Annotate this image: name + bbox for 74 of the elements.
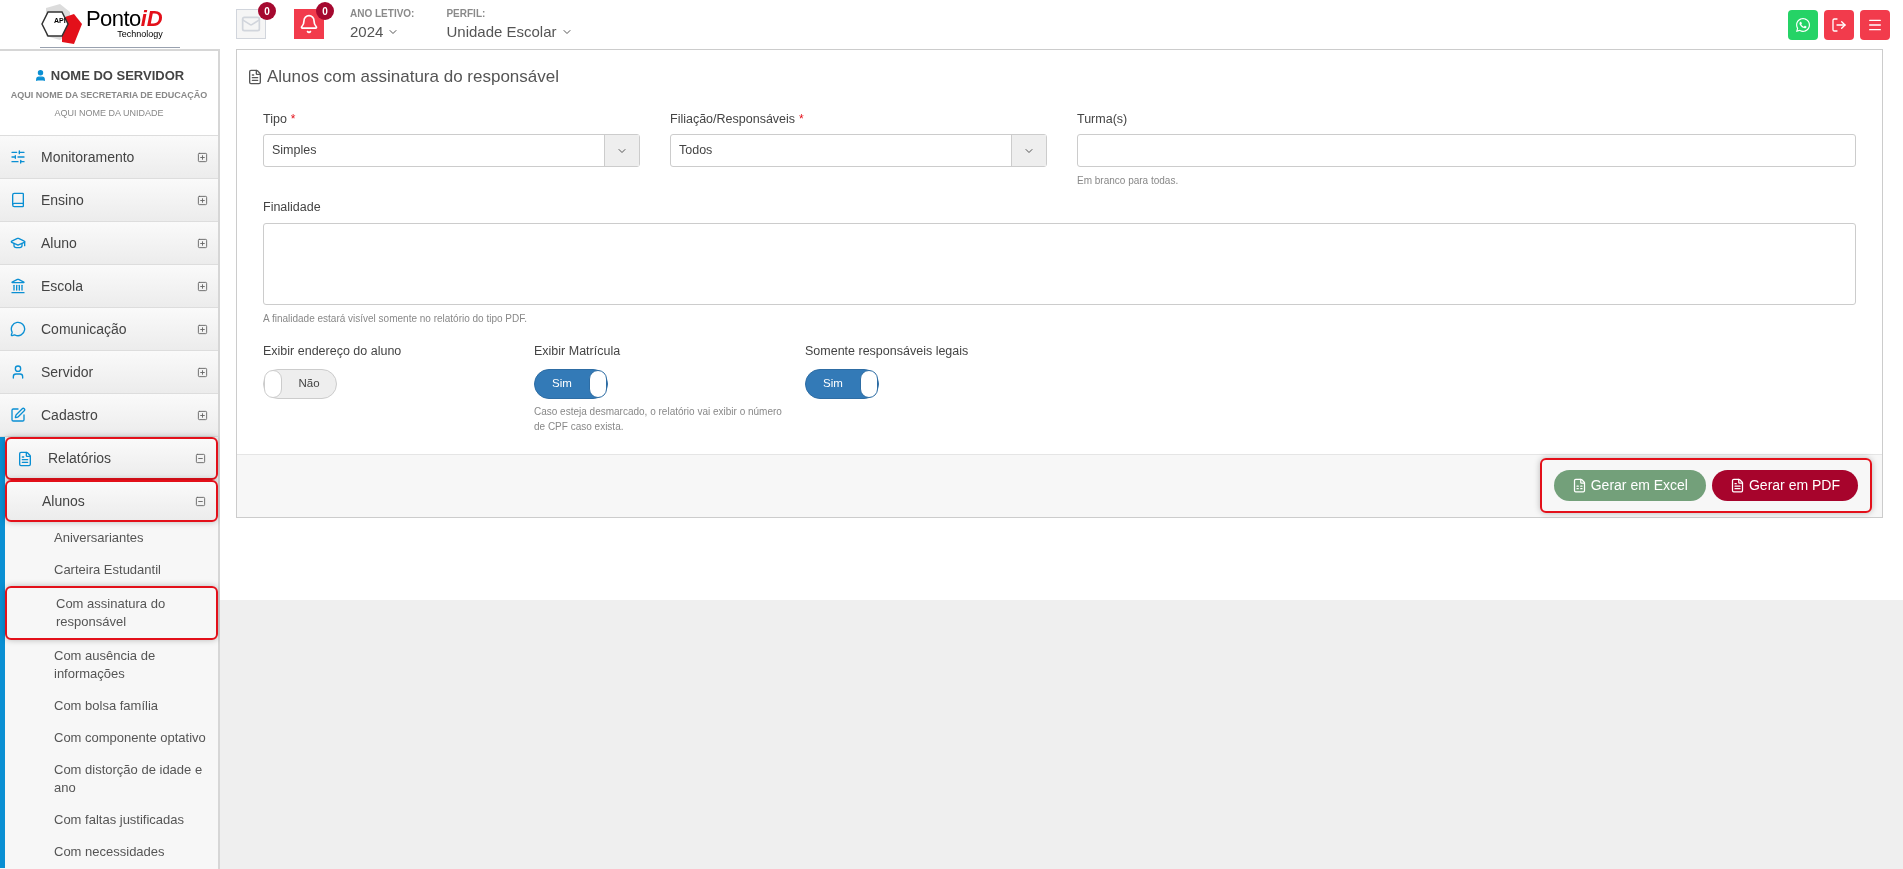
toggle-switch[interactable]: Não (263, 368, 337, 399)
field-label: Filiação/Responsáveis (670, 110, 796, 128)
field-label: Turma(s) (1077, 110, 1128, 128)
pencil-square-icon (10, 407, 26, 423)
menu-button[interactable] (1860, 10, 1890, 40)
logo-brand-accent: iD (140, 8, 163, 30)
help-text: A finalidade estará visível somente no relatório do tipo PDF. (263, 312, 529, 326)
notifications-button[interactable] (294, 9, 324, 39)
expand-icon (197, 366, 208, 378)
expand-icon (197, 323, 208, 335)
collapse-icon (195, 453, 206, 464)
select-field[interactable]: Simples (263, 134, 640, 168)
menu-item[interactable]: Relatórios (5, 437, 218, 480)
collapse-icon (195, 495, 206, 507)
year-dropdown[interactable]: 2024 (350, 21, 415, 44)
field-label: Tipo (263, 110, 287, 128)
speech-bubble-icon (10, 321, 26, 337)
sliders-icon (10, 149, 26, 165)
whatsapp-icon (1795, 17, 1811, 33)
expand-icon (197, 280, 208, 292)
toggle-label: Somente responsáveis legais (805, 343, 970, 360)
input-field[interactable] (1077, 134, 1856, 168)
secretariat-name: AQUI NOME DA SECRETARIA DE EDUCAÇÃO (10, 89, 208, 103)
profile-dropdown[interactable]: Unidade Escolar (446, 21, 573, 44)
report-link[interactable]: Carteira Estudantil (5, 554, 218, 586)
report-link[interactable]: Com faltas justificadas (5, 804, 218, 836)
document-icon (1730, 478, 1745, 494)
logo-tagline: Technology (117, 30, 163, 39)
report-link[interactable]: Com ausência de informações (5, 640, 218, 690)
report-link[interactable]: Com componente optativo (5, 722, 218, 754)
logout-button[interactable] (1824, 10, 1854, 40)
panel-title: Alunos com assinatura do responsável (267, 66, 559, 88)
help-text: Caso esteja desmarcado, o relatório vai exibir o número de CPF caso exista. (534, 404, 783, 434)
select-field[interactable]: Todos (670, 134, 1047, 168)
mail-icon (241, 14, 261, 34)
report-link[interactable]: Com assinatura do responsável (5, 586, 218, 640)
menu-icon (1867, 17, 1883, 33)
required-mark: * (290, 110, 296, 128)
report-link[interactable]: Com distorção de idade e ano (5, 754, 218, 804)
bell-icon (299, 14, 319, 34)
expand-icon (197, 409, 208, 421)
unit-name: AQUI NOME DA UNIDADE (54, 106, 164, 120)
report-link[interactable]: Com bolsa família (5, 690, 218, 722)
logo-brand: Ponto (86, 8, 141, 30)
help-text: Em branco para todas. (1077, 174, 1180, 189)
expand-icon (197, 237, 208, 249)
toggle-label: Exibir endereço do aluno (263, 343, 403, 360)
field-label: Finalidade (263, 199, 322, 217)
report-link[interactable]: Com necessidades (5, 836, 218, 868)
toggle-switch[interactable]: Sim (534, 368, 608, 399)
book-icon (10, 192, 26, 208)
spreadsheet-icon (1571, 478, 1587, 494)
submenu-item[interactable]: Alunos (5, 480, 218, 522)
graduation-cap-icon (10, 235, 26, 251)
messages-button[interactable] (236, 9, 266, 39)
toggle-switch[interactable]: Sim (805, 368, 879, 399)
expand-icon (197, 194, 208, 206)
user-name: NOME DO SERVIDOR (50, 66, 185, 85)
pdf-button[interactable]: Gerar em PDF (1712, 470, 1858, 502)
expand-icon (197, 151, 208, 163)
whatsapp-button[interactable] (1788, 10, 1818, 40)
year-label: ANO LETIVO: (350, 7, 415, 21)
document-icon (247, 68, 263, 85)
person-icon (33, 69, 47, 82)
profile-label: PERFIL: (446, 7, 487, 21)
report-link[interactable]: Aniversariantes (5, 522, 218, 554)
required-mark: * (799, 110, 804, 128)
purpose-textarea[interactable] (263, 223, 1856, 305)
message-count-badge: 0 (258, 2, 276, 20)
toggle-label: Exibir Matrícula (534, 343, 622, 360)
document-icon (17, 450, 33, 467)
person-icon (10, 364, 26, 380)
bank-icon (10, 278, 26, 294)
notification-count-badge: 0 (316, 2, 334, 20)
